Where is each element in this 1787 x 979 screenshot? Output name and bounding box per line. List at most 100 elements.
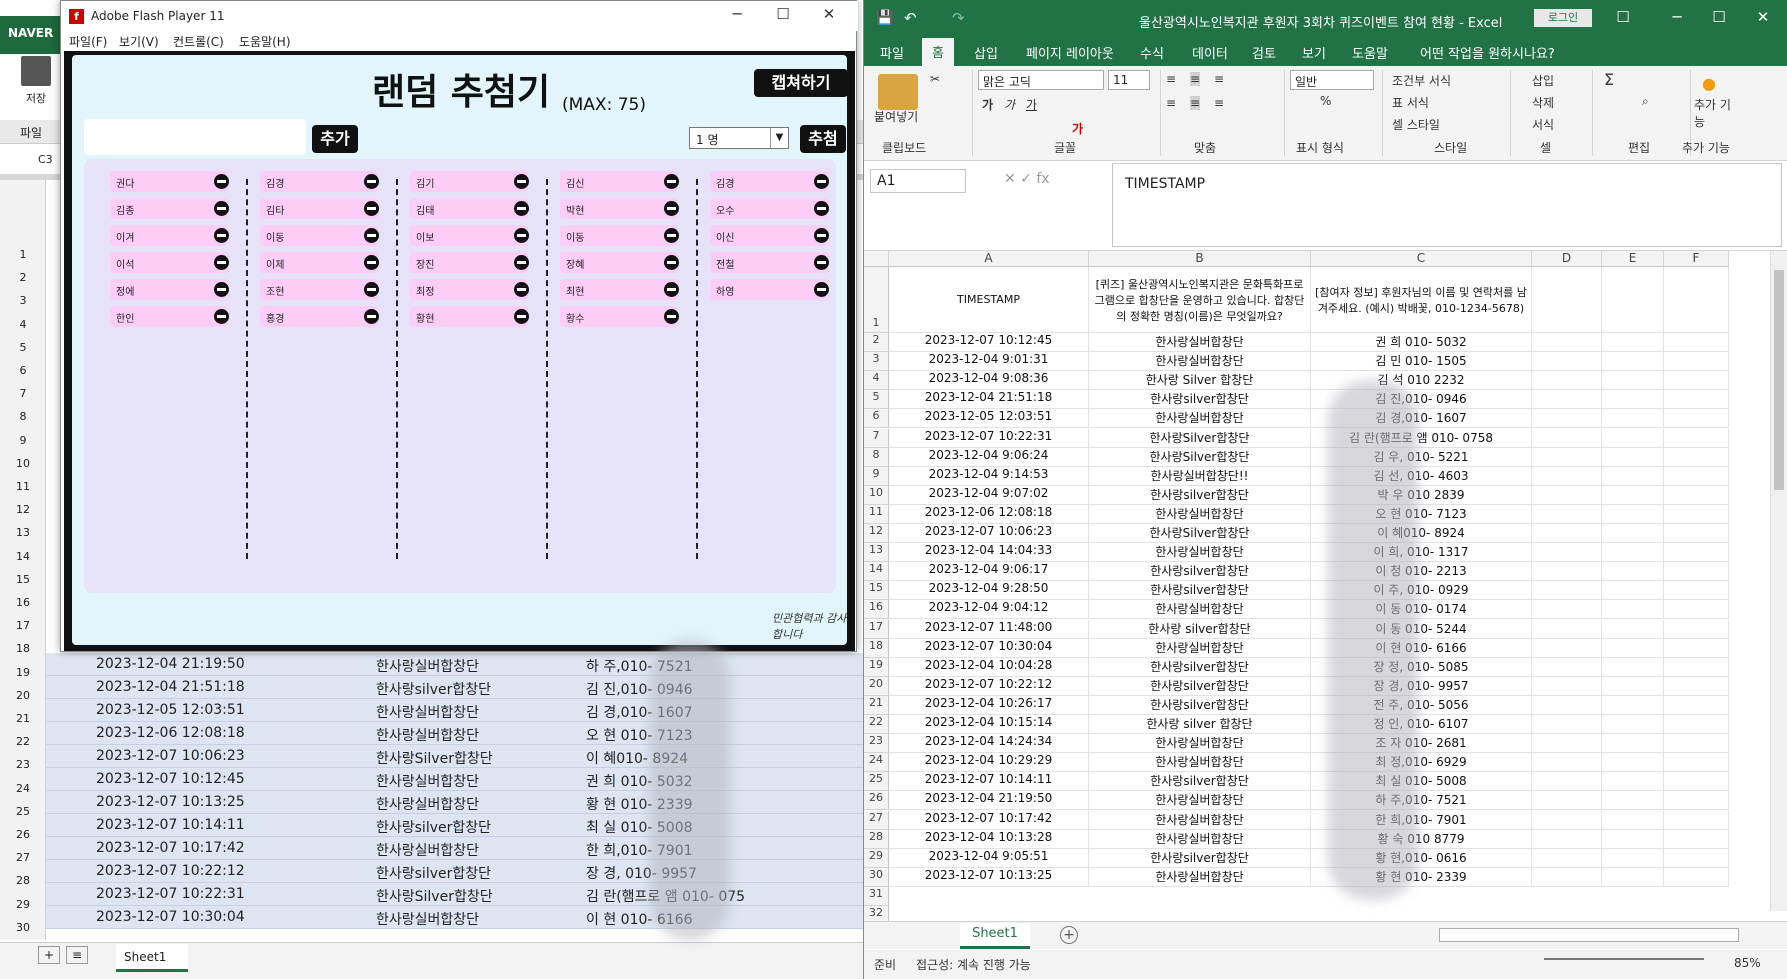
table-cell[interactable]: 한사랑실버합창단 <box>1089 867 1311 887</box>
empty-cell[interactable] <box>1532 466 1602 486</box>
ribbon-display-button[interactable]: ☐ <box>1600 8 1646 30</box>
table-cell[interactable]: 2023-12-04 9:06:17 <box>889 562 1089 582</box>
remove-entry-icon[interactable] <box>364 174 379 189</box>
empty-cell[interactable] <box>1602 638 1664 658</box>
empty-cell[interactable] <box>1664 428 1729 448</box>
empty-cell[interactable] <box>1664 581 1729 601</box>
align-right-icon[interactable]: ≡ <box>1214 96 1224 110</box>
empty-cell[interactable] <box>1664 638 1729 658</box>
remove-entry-icon[interactable] <box>214 255 229 270</box>
bg-sheet-tab[interactable]: Sheet1 <box>116 944 188 972</box>
empty-cell[interactable] <box>1664 485 1729 505</box>
row-header[interactable]: 16 <box>864 600 889 620</box>
remove-entry-icon[interactable] <box>364 228 379 243</box>
empty-cell[interactable] <box>1532 715 1602 735</box>
paste-label[interactable]: 붙여넣기 <box>874 108 918 125</box>
table-cell[interactable]: 2023-12-07 10:14:11 <box>889 772 1089 792</box>
row-header[interactable]: 2 <box>864 333 889 353</box>
empty-cell[interactable] <box>1664 695 1729 715</box>
align-bottom-icon[interactable]: ≡ <box>1214 72 1224 86</box>
remove-entry-icon[interactable] <box>214 282 229 297</box>
empty-cell[interactable] <box>1532 562 1602 582</box>
row-header[interactable]: 6 <box>864 409 889 429</box>
align-top-icon[interactable]: ≡ <box>1166 72 1176 86</box>
empty-cell[interactable] <box>1532 390 1602 410</box>
empty-cell[interactable] <box>1602 715 1664 735</box>
conditional-format-button[interactable]: 조건부 서식 <box>1392 72 1451 89</box>
empty-cell[interactable] <box>1664 600 1729 620</box>
capture-button[interactable]: 캡쳐하기 <box>754 69 848 97</box>
column-header[interactable]: A <box>889 251 1089 267</box>
align-center-icon[interactable]: ≡ <box>1190 96 1201 110</box>
cut-icon[interactable]: ✂ <box>930 72 940 86</box>
table-cell[interactable]: 한사랑 silver 합창단 <box>1089 715 1311 735</box>
format-cell-button[interactable]: 서식 <box>1532 116 1554 133</box>
table-cell[interactable]: 2023-12-04 9:06:24 <box>889 447 1089 467</box>
empty-cell[interactable] <box>1664 753 1729 773</box>
column-header[interactable]: F <box>1664 251 1729 267</box>
grid-corner[interactable] <box>864 251 889 267</box>
header-cell[interactable]: TIMESTAMP <box>889 267 1089 333</box>
empty-cell[interactable] <box>1602 504 1664 524</box>
column-header[interactable]: C <box>1311 251 1532 267</box>
tab-formulas[interactable]: 수식 <box>1140 43 1164 62</box>
table-cell[interactable]: 2023-12-07 10:12:45 <box>889 333 1089 353</box>
remove-entry-icon[interactable] <box>814 174 829 189</box>
remove-entry-icon[interactable] <box>814 228 829 243</box>
empty-cell[interactable] <box>1664 867 1729 887</box>
table-cell[interactable]: 한사랑Silver합창단 <box>1089 447 1311 467</box>
qa-save-icon[interactable]: 💾 <box>876 10 893 26</box>
close-button[interactable]: ✕ <box>806 5 852 27</box>
empty-cell[interactable] <box>1664 562 1729 582</box>
percent-icon[interactable]: % <box>1320 94 1331 108</box>
empty-cell[interactable] <box>1532 867 1602 887</box>
table-cell[interactable]: 2023-12-04 9:05:51 <box>889 848 1089 868</box>
table-cell[interactable]: 한사랑 Silver 합창단 <box>1089 371 1311 391</box>
row-header[interactable]: 7 <box>864 428 889 448</box>
menu-control[interactable]: 컨트롤(C) <box>173 33 224 50</box>
row-header[interactable]: 22 <box>864 715 889 735</box>
empty-cell[interactable] <box>1602 600 1664 620</box>
remove-entry-icon[interactable] <box>664 255 679 270</box>
redo-icon[interactable]: ↷ <box>952 9 965 27</box>
table-cell[interactable]: 한사랑실버합창단 <box>1089 638 1311 658</box>
table-cell[interactable]: 2023-12-04 10:26:17 <box>889 695 1089 715</box>
table-cell[interactable]: 한사랑실버합창단 <box>1089 829 1311 849</box>
empty-cell[interactable] <box>1664 543 1729 563</box>
empty-cell[interactable] <box>1602 657 1664 677</box>
remove-entry-icon[interactable] <box>364 309 379 324</box>
empty-cell[interactable] <box>1602 619 1664 639</box>
table-cell[interactable]: 한사랑실버합창단!! <box>1089 466 1311 486</box>
table-cell[interactable]: 2023-12-07 11:48:00 <box>889 619 1089 639</box>
empty-cell[interactable] <box>1602 409 1664 429</box>
empty-cell[interactable] <box>1532 267 1602 333</box>
remove-entry-icon[interactable] <box>664 174 679 189</box>
empty-cell[interactable] <box>1532 352 1602 372</box>
table-cell[interactable]: 2023-12-04 9:01:31 <box>889 352 1089 372</box>
bg-sheet-menu-button[interactable]: ≡ <box>66 946 88 964</box>
table-cell[interactable]: 2023-12-07 10:22:31 <box>889 428 1089 448</box>
empty-cell[interactable] <box>1664 267 1729 333</box>
row-header[interactable]: 31 <box>864 886 889 906</box>
empty-cell[interactable] <box>1532 791 1602 811</box>
table-cell[interactable]: 2023-12-04 14:24:34 <box>889 734 1089 754</box>
table-cell[interactable]: 한사랑silver합창단 <box>1089 695 1311 715</box>
remove-entry-icon[interactable] <box>814 255 829 270</box>
row-header[interactable]: 10 <box>864 485 889 505</box>
table-cell[interactable]: 2023-12-04 10:29:29 <box>889 753 1089 773</box>
table-cell[interactable]: 한사랑silver합창단 <box>1089 581 1311 601</box>
addin-button[interactable]: 추가 기능 <box>1694 96 1734 130</box>
empty-cell[interactable] <box>1532 657 1602 677</box>
empty-cell[interactable] <box>1664 676 1729 696</box>
row-header[interactable]: 11 <box>864 504 889 524</box>
remove-entry-icon[interactable] <box>364 282 379 297</box>
table-cell[interactable]: 한사랑실버합창단 <box>1089 543 1311 563</box>
empty-cell[interactable] <box>1664 829 1729 849</box>
draw-button[interactable]: 추첨 <box>800 125 846 153</box>
empty-cell[interactable] <box>1664 810 1729 830</box>
empty-cell[interactable] <box>1602 390 1664 410</box>
bg-add-sheet-button[interactable]: + <box>38 946 60 964</box>
row-header[interactable]: 25 <box>864 772 889 792</box>
empty-cell[interactable] <box>1602 791 1664 811</box>
table-cell[interactable]: 2023-12-07 10:17:42 <box>889 810 1089 830</box>
